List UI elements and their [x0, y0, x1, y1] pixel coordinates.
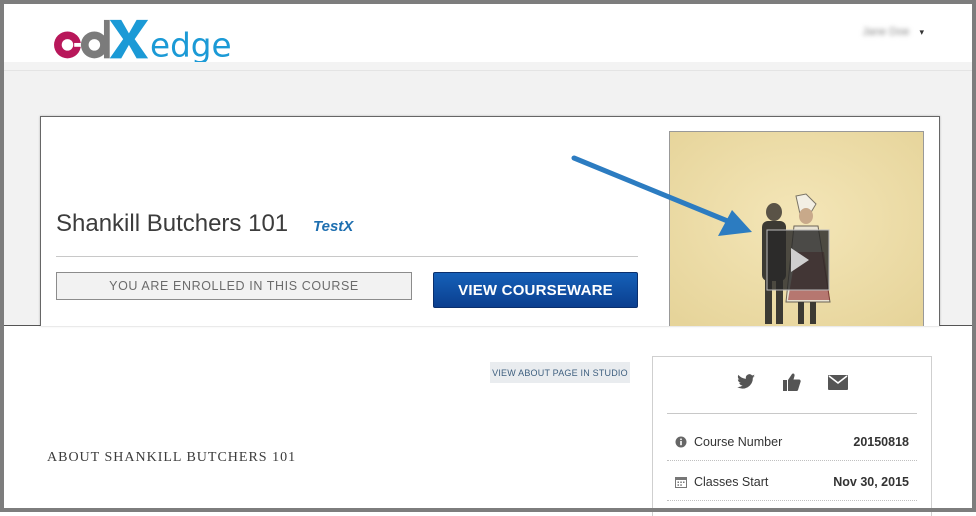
course-title: Shankill Butchers 101 [56, 210, 289, 237]
detail-label: Classes Start [694, 475, 769, 489]
chevron-down-icon[interactable]: ▾ [919, 27, 924, 38]
about-heading: ABOUT SHANKILL BUTCHERS 101 [47, 450, 297, 465]
email-icon[interactable] [827, 371, 849, 393]
user-name[interactable]: Jane Doe [862, 26, 909, 38]
detail-value: Nov 30, 2015 [833, 475, 909, 489]
enrolled-status: YOU ARE ENROLLED IN THIS COURSE [56, 272, 412, 300]
view-about-page-in-studio-button[interactable]: VIEW ABOUT PAGE IN STUDIO [490, 362, 630, 383]
edx-edge-logo[interactable]: edge [46, 18, 256, 66]
svg-text:edge: edge [150, 26, 232, 64]
view-courseware-button[interactable]: VIEW COURSEWARE [433, 272, 638, 308]
divider [667, 500, 917, 501]
divider [667, 460, 917, 461]
course-org: TestX [313, 218, 354, 235]
site-header: edge Jane Doe ▾ [4, 4, 972, 66]
user-menu[interactable]: Jane Doe ▾ [862, 26, 924, 38]
course-sidebar: Course Number 20150818 Classes Start Nov… [652, 356, 932, 516]
annotation-arrow [571, 155, 752, 236]
header-subbar [4, 62, 972, 71]
detail-value: 20150818 [853, 435, 909, 449]
info-icon [675, 436, 687, 448]
divider [56, 256, 638, 257]
calendar-icon [675, 476, 687, 488]
thumbs-up-icon[interactable] [781, 371, 803, 393]
twitter-icon[interactable] [735, 371, 757, 393]
detail-classes-start: Classes Start Nov 30, 2015 [675, 472, 909, 492]
detail-label: Course Number [694, 435, 783, 449]
share-icons [653, 371, 931, 395]
detail-course-number: Course Number 20150818 [675, 432, 909, 452]
divider [667, 413, 917, 414]
